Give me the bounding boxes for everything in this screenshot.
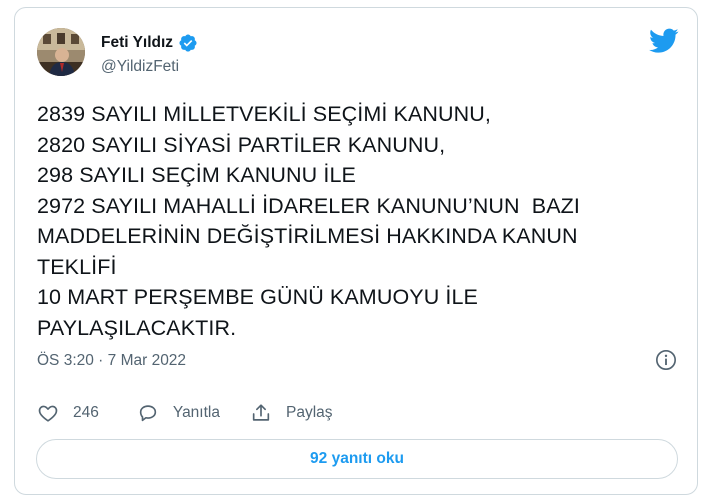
twitter-bird-icon[interactable] [649, 28, 679, 54]
tweet-line: PAYLAŞILACAKTIR. [37, 315, 237, 340]
tweet-card: Feti Yıldız @YildizFeti 2839 SAYILI MİLL… [14, 7, 698, 495]
tweet-actions: 246 Yanıtla Paylaş [37, 401, 333, 425]
tweet-line: 2820 SAYILI SİYASİ PARTİLER KANUNU, [37, 132, 446, 157]
like-count: 246 [73, 404, 99, 421]
tweet-line: 2972 SAYILI MAHALLİ İDARELER KANUNU’NUN … [37, 193, 580, 218]
avatar[interactable] [37, 28, 85, 76]
share-button[interactable]: Paylaş [250, 402, 333, 424]
tweet-line: 2839 SAYILI MİLLETVEKİLİ SEÇİMİ KANUNU, [37, 102, 491, 126]
tweet-text: 2839 SAYILI MİLLETVEKİLİ SEÇİMİ KANUNU, … [37, 99, 677, 343]
author-name-row[interactable]: Feti Yıldız [101, 33, 198, 53]
heart-icon [38, 405, 58, 422]
like-button[interactable]: 246 [37, 402, 99, 424]
verified-badge-icon [178, 33, 198, 53]
share-icon [252, 404, 270, 421]
author-display-name[interactable]: Feti Yıldız [101, 34, 173, 52]
tweet-line: MADDELERİNİN DEĞİŞTİRİLMESİ HAKKINDA KAN… [37, 224, 578, 248]
speech-bubble-icon [139, 405, 157, 422]
read-replies-button[interactable]: 92 yanıtı oku [36, 439, 678, 479]
tweet-line: 10 MART PERŞEMBE GÜNÜ KAMUOYU İLE [37, 285, 478, 309]
reply-label: Yanıtla [172, 404, 220, 421]
reply-button[interactable]: Yanıtla [137, 402, 220, 424]
tweet-line: TEKLİFİ [37, 254, 117, 279]
tweet-timestamp[interactable]: ÖS 3:20 · 7 Mar 2022 [37, 352, 186, 370]
tweet-line: 298 SAYILI SEÇİM KANUNU İLE [37, 163, 356, 187]
share-label: Paylaş [285, 404, 333, 421]
author-handle[interactable]: @YildizFeti [101, 58, 179, 76]
info-icon[interactable] [655, 349, 677, 371]
